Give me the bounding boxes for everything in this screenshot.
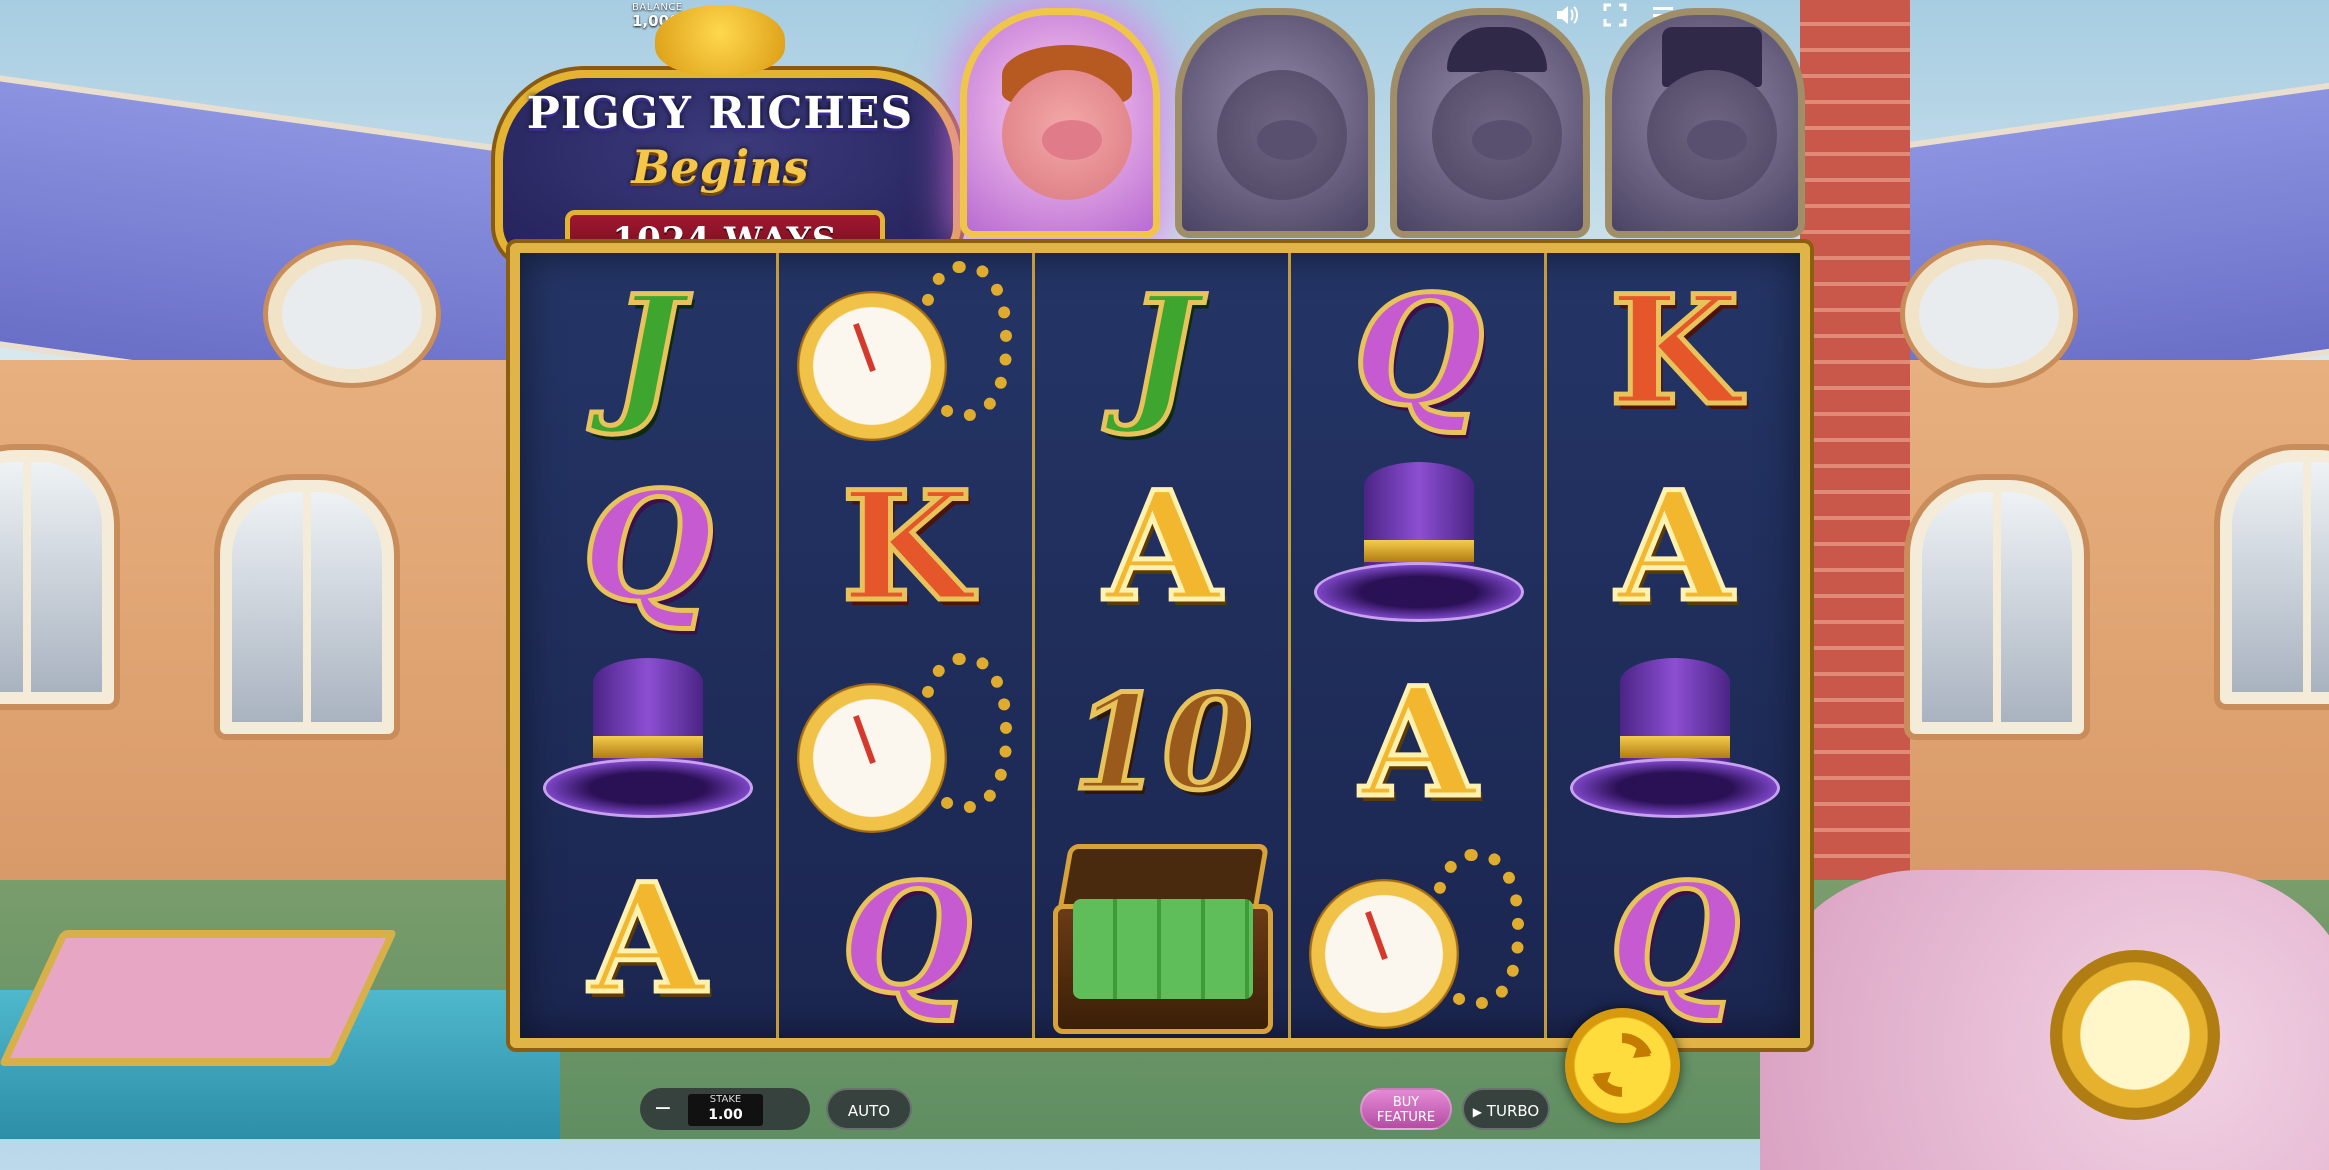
spin-button[interactable] bbox=[1565, 1008, 1680, 1123]
reel-cell: A bbox=[520, 841, 775, 1037]
stake-increase-button[interactable] bbox=[770, 1094, 800, 1124]
turbo-button[interactable]: ▶ TURBO bbox=[1462, 1088, 1550, 1130]
stake-control: − STAKE 1.00 bbox=[640, 1088, 810, 1130]
turbo-label: TURBO bbox=[1486, 1102, 1540, 1120]
symbol-k: K bbox=[839, 459, 974, 635]
top-hat-icon bbox=[1313, 462, 1524, 632]
pig-snout-icon bbox=[1042, 120, 1102, 160]
portrait-pig-top-hat bbox=[1605, 8, 1805, 238]
reel-cell: Q bbox=[1547, 841, 1802, 1037]
portrait-pig-redhead bbox=[960, 8, 1160, 238]
reel-4: QA bbox=[1288, 253, 1546, 1038]
top-hat-icon bbox=[1569, 658, 1780, 828]
portrait-pig-banker bbox=[1175, 8, 1375, 238]
reel-cell: Q bbox=[520, 449, 775, 645]
spin-arrows-icon bbox=[1592, 1033, 1652, 1097]
stake-label: STAKE bbox=[709, 1094, 742, 1105]
symbol-q: Q bbox=[580, 459, 716, 635]
reel-cell: K bbox=[779, 449, 1034, 645]
stake-display: STAKE 1.00 bbox=[688, 1094, 763, 1126]
pig-snout-icon bbox=[1472, 120, 1532, 160]
bottom-bar: − STAKE 1.00 AUTO BUY FEATURE ▶ TURBO bbox=[0, 1080, 2329, 1139]
reel-cell bbox=[1291, 841, 1546, 1037]
left-window-2 bbox=[220, 480, 394, 734]
pocket-watch-icon bbox=[1308, 849, 1529, 1029]
reel-cell bbox=[1291, 449, 1546, 645]
symbol-10: 10 bbox=[1070, 666, 1256, 819]
reel-grid: J Q A K Q J A 10 Q A K A Q bbox=[510, 243, 1810, 1048]
reel-cell: J bbox=[520, 253, 775, 449]
right-oval-window bbox=[1905, 245, 2073, 383]
stake-decrease-button[interactable]: − bbox=[648, 1094, 678, 1124]
top-hat-icon bbox=[542, 658, 753, 828]
logo-subtitle: Begins bbox=[631, 140, 809, 194]
reel-cell bbox=[520, 645, 775, 841]
symbol-q: Q bbox=[839, 851, 975, 1027]
symbol-j: J bbox=[1125, 263, 1201, 439]
reel-cell bbox=[1547, 645, 1802, 841]
pig-snout-icon bbox=[1257, 120, 1317, 160]
symbol-q: Q bbox=[1351, 263, 1487, 439]
reel-cell bbox=[1035, 841, 1290, 1037]
reel-cell bbox=[779, 645, 1034, 841]
symbol-q: Q bbox=[1607, 851, 1743, 1027]
game-logo: PIGGY RICHES Begins 1024 WAYS bbox=[495, 5, 961, 270]
reel-3: J A 10 bbox=[1032, 253, 1290, 1038]
play-icon: ▶ bbox=[1472, 1105, 1483, 1119]
reel-cell: Q bbox=[1291, 253, 1546, 449]
reel-2: KQ bbox=[776, 253, 1034, 1038]
reel-cell: A bbox=[1547, 449, 1802, 645]
symbol-a: A bbox=[1102, 459, 1223, 635]
symbol-a: A bbox=[587, 851, 708, 1027]
auto-button[interactable]: AUTO bbox=[826, 1088, 912, 1130]
reel-1: JQ A bbox=[520, 253, 775, 1038]
right-window-1 bbox=[1910, 480, 2084, 734]
reel-cell: A bbox=[1035, 449, 1290, 645]
stake-value: 1.00 bbox=[708, 1107, 743, 1123]
logo-title: PIGGY RICHES bbox=[526, 88, 914, 139]
pocket-watch-icon bbox=[796, 653, 1017, 833]
right-window-2 bbox=[2220, 450, 2329, 704]
reel-cell: K bbox=[1547, 253, 1802, 449]
reel-cell: J bbox=[1035, 253, 1290, 449]
reel-5: KA Q bbox=[1544, 253, 1802, 1038]
left-window-1 bbox=[0, 450, 114, 704]
symbol-a: A bbox=[1358, 655, 1479, 831]
buy-feature-button[interactable]: BUY FEATURE bbox=[1360, 1088, 1452, 1130]
reel-cell: A bbox=[1291, 645, 1546, 841]
portrait-pig-bowler-hat bbox=[1390, 8, 1590, 238]
pocket-watch-icon bbox=[796, 261, 1017, 441]
symbol-a: A bbox=[1614, 459, 1735, 635]
diving-board bbox=[0, 930, 398, 1066]
bowler-hat-icon bbox=[1447, 27, 1547, 72]
golden-pig-icon bbox=[655, 5, 785, 75]
pig-snout-icon bbox=[1687, 120, 1747, 160]
reel-cell: Q bbox=[779, 841, 1034, 1037]
money-briefcase-icon bbox=[1043, 844, 1283, 1034]
reel-cell: 10 bbox=[1035, 645, 1290, 841]
symbol-k: K bbox=[1607, 263, 1742, 439]
left-oval-window bbox=[268, 245, 436, 383]
symbol-j: J bbox=[610, 263, 686, 439]
reel-cell bbox=[779, 253, 1034, 449]
character-portraits bbox=[960, 8, 1820, 243]
